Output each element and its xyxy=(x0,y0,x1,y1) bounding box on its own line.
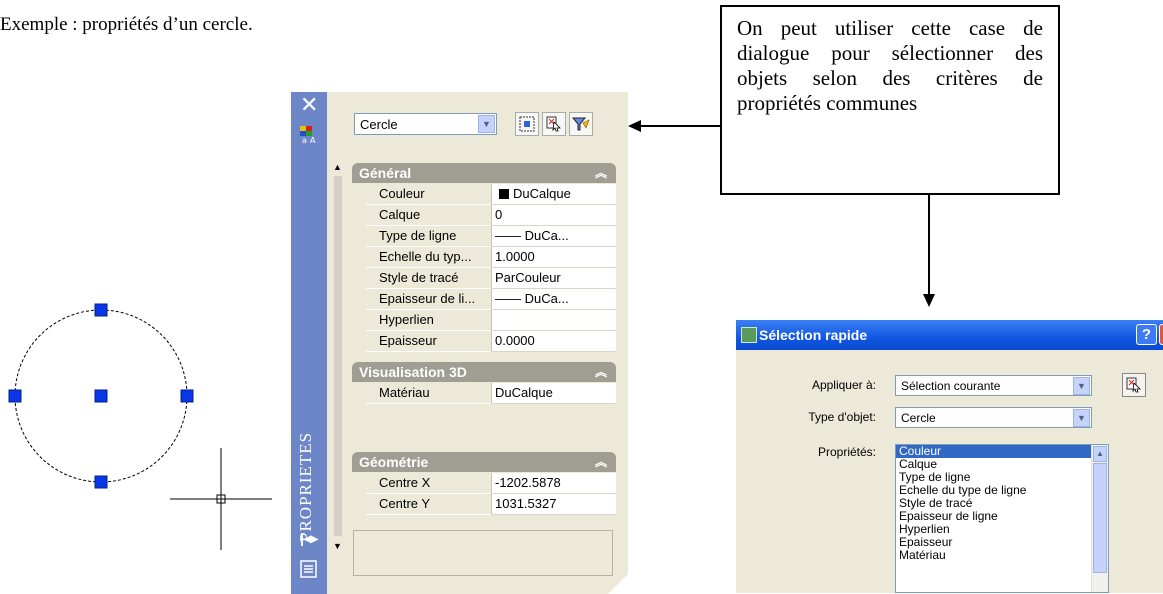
scroll-down-icon[interactable]: ▼ xyxy=(333,541,342,551)
prop-row-calque[interactable]: Calque 0 xyxy=(352,205,616,226)
prop-name: Type de ligne xyxy=(366,226,491,247)
crosshair-cursor-icon xyxy=(170,448,272,550)
close-button[interactable]: X xyxy=(1159,324,1163,345)
prop-name: Hyperlien xyxy=(366,310,491,331)
prop-value[interactable] xyxy=(491,310,616,331)
prop-name: Matériau xyxy=(366,383,491,404)
collapse-icon[interactable]: ︽ xyxy=(595,452,607,472)
prop-value[interactable]: —— DuCa... xyxy=(491,226,616,247)
object-type-label: Type d'objet: xyxy=(808,410,876,424)
prop-row-couleur[interactable]: Couleur DuCalque xyxy=(352,184,616,205)
grip-left[interactable] xyxy=(8,389,22,403)
chevron-down-icon[interactable]: ▼ xyxy=(1073,377,1090,395)
toggle-pickadd-icon xyxy=(519,116,535,132)
prop-value[interactable]: DuCalque xyxy=(491,184,616,205)
prop-row-centre-y[interactable]: Centre Y 1031.5327 xyxy=(352,494,616,515)
object-type-value: Cercle xyxy=(360,117,398,132)
object-type-value: Cercle xyxy=(901,411,936,425)
prop-name: Style de tracé xyxy=(366,268,491,289)
scroll-up-icon[interactable]: ▲ xyxy=(333,162,342,172)
palette-scrollbar[interactable]: ▲ ▼ xyxy=(332,162,344,551)
palette-vertical-title: PROPRIETES xyxy=(296,431,315,542)
prop-row-epaisseur-de-ligne[interactable]: Epaisseur de li... —— DuCa... xyxy=(352,289,616,310)
palette-body: Cercle ▼ ▲ ▼ Général ︽ Couleur DuCalque … xyxy=(327,92,628,594)
section-visualisation-title: Visualisation 3D xyxy=(359,364,467,380)
section-general-title: Général xyxy=(359,165,412,181)
grip-center[interactable] xyxy=(94,389,108,403)
app-icon xyxy=(741,327,757,343)
scroll-up-icon[interactable]: ▲ xyxy=(1093,446,1107,462)
select-objects-icon xyxy=(1126,377,1141,393)
apply-label: Appliquer à: xyxy=(811,378,876,392)
prop-name: Couleur xyxy=(366,184,491,205)
prop-name: Calque xyxy=(366,205,491,226)
list-scrollbar[interactable]: ▲ xyxy=(1091,445,1108,592)
prop-value[interactable]: 0.0000 xyxy=(491,331,616,352)
quick-select-button[interactable] xyxy=(569,112,593,136)
section-geometrie-title: Géométrie xyxy=(359,454,429,470)
prop-row-epaisseur[interactable]: Epaisseur 0.0000 xyxy=(352,331,616,352)
properties-listbox[interactable]: Couleur Calque Type de ligne Echelle du … xyxy=(895,444,1109,593)
quick-select-dialog: Sélection rapide ? X Appliquer à: Sélect… xyxy=(736,320,1163,593)
svg-text:a: a xyxy=(302,136,307,144)
grip-bottom[interactable] xyxy=(94,475,108,489)
prop-name: Centre X xyxy=(366,473,491,494)
svg-text:A: A xyxy=(310,136,316,144)
collapse-icon[interactable]: ︽ xyxy=(595,362,607,382)
palette-corner xyxy=(608,574,628,594)
properties-label: Propriétés: xyxy=(817,445,876,459)
select-objects-button[interactable] xyxy=(1122,373,1146,397)
properties-icon[interactable]: A a xyxy=(299,124,319,144)
section-visualisation-3d[interactable]: Visualisation 3D ︽ xyxy=(352,362,616,382)
auto-hide-icon[interactable]: |◂▸ xyxy=(300,530,318,547)
prop-name: Centre Y xyxy=(366,494,491,515)
chevron-down-icon[interactable]: ▼ xyxy=(1073,409,1090,427)
grip-right[interactable] xyxy=(180,389,194,403)
list-item[interactable]: Matériau xyxy=(896,549,1108,562)
prop-value[interactable]: -1202.5878 xyxy=(491,473,616,494)
prop-value[interactable]: 1.0000 xyxy=(491,247,616,268)
object-type-dropdown[interactable]: Cercle ▼ xyxy=(354,113,497,135)
scroll-track[interactable] xyxy=(334,176,342,536)
prop-row-hyperlien[interactable]: Hyperlien xyxy=(352,310,616,331)
select-objects-icon xyxy=(546,116,561,132)
callout-box: On peut utiliser cette case de dialogue … xyxy=(720,5,1060,195)
menu-icon[interactable] xyxy=(300,560,317,578)
prop-value[interactable]: 0 xyxy=(491,205,616,226)
close-icon[interactable]: ✕ xyxy=(300,94,318,116)
section-general[interactable]: Général ︽ xyxy=(352,163,616,183)
prop-name: Epaisseur xyxy=(366,331,491,352)
chevron-down-icon[interactable]: ▼ xyxy=(478,115,495,133)
apply-to-value: Sélection courante xyxy=(901,379,1001,393)
section-geometrie[interactable]: Géométrie ︽ xyxy=(352,452,616,472)
prop-value[interactable]: 1031.5327 xyxy=(491,494,616,515)
collapse-icon[interactable]: ︽ xyxy=(595,163,607,183)
apply-to-dropdown[interactable]: Sélection courante ▼ xyxy=(895,375,1092,396)
palette-titlebar[interactable]: ✕ A a PROPRIETES |◂▸ xyxy=(291,92,327,594)
quick-select-icon xyxy=(571,117,590,131)
prop-value[interactable]: DuCalque xyxy=(491,383,616,404)
grip-top[interactable] xyxy=(94,303,108,317)
prop-row-style-de-trace[interactable]: Style de tracé ParCouleur xyxy=(352,268,616,289)
prop-value-text: DuCalque xyxy=(513,186,571,201)
prop-value[interactable]: ParCouleur xyxy=(491,268,616,289)
prop-row-materiau[interactable]: Matériau DuCalque xyxy=(352,383,616,404)
prop-name: Echelle du typ... xyxy=(366,247,491,268)
select-objects-button[interactable] xyxy=(542,112,566,136)
prop-row-centre-x[interactable]: Centre X -1202.5878 xyxy=(352,473,616,494)
prop-row-echelle[interactable]: Echelle du typ... 1.0000 xyxy=(352,247,616,268)
prop-row-type-de-ligne[interactable]: Type de ligne —— DuCa... xyxy=(352,226,616,247)
color-swatch-icon xyxy=(499,189,509,199)
dialog-title: Sélection rapide xyxy=(759,327,868,343)
prop-value[interactable]: —— DuCa... xyxy=(491,289,616,310)
prop-name: Epaisseur de li... xyxy=(366,289,491,310)
toggle-pickadd-button[interactable] xyxy=(515,112,539,136)
description-panel xyxy=(353,530,613,576)
object-type-dropdown[interactable]: Cercle ▼ xyxy=(895,407,1092,428)
help-button[interactable]: ? xyxy=(1136,324,1157,345)
scroll-thumb[interactable] xyxy=(1093,463,1107,573)
properties-palette: ✕ A a PROPRIETES |◂▸ Cercle ▼ ▲ ▼ Généra… xyxy=(291,92,628,594)
dialog-titlebar[interactable]: Sélection rapide ? X xyxy=(736,320,1163,350)
